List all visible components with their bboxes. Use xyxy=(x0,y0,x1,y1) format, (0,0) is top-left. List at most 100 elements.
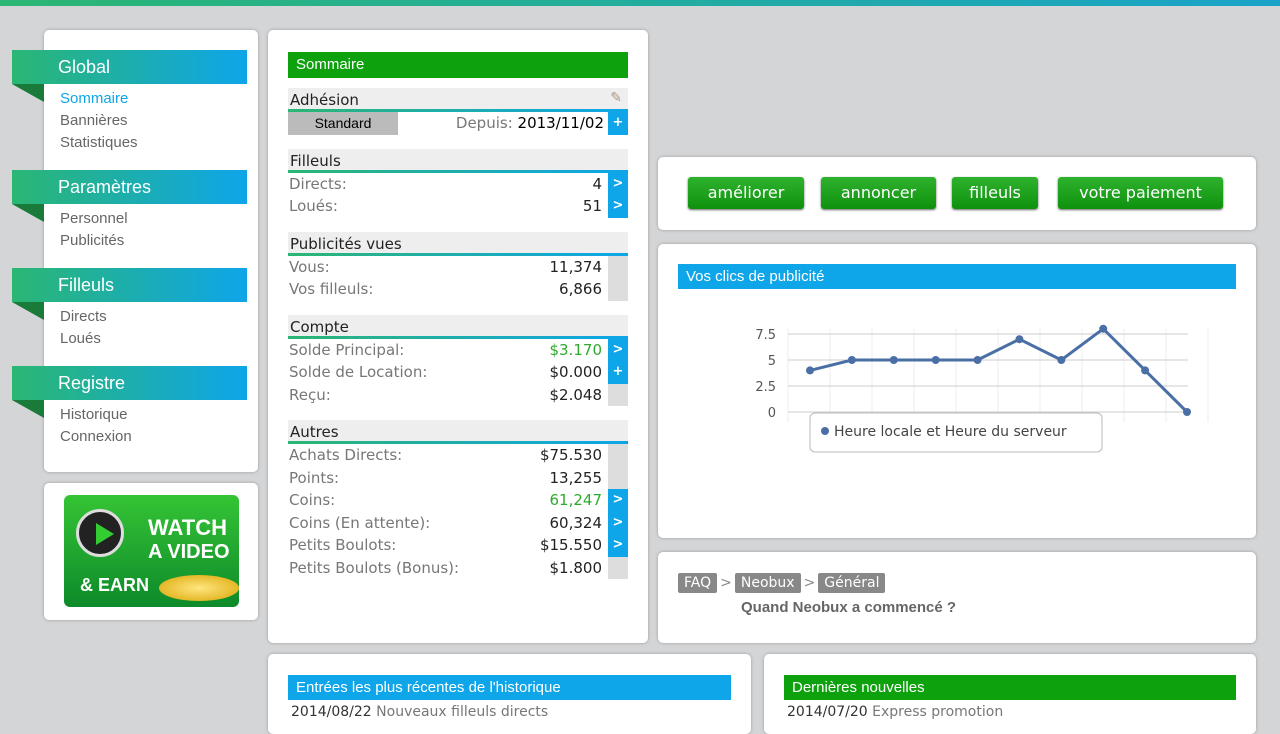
chart-title: Vos clics de publicité xyxy=(678,264,1236,289)
sidebar-heading-0[interactable]: Global xyxy=(12,50,247,102)
sidebar-heading-2[interactable]: Filleuls xyxy=(12,268,247,320)
stat-action-placeholder xyxy=(608,278,628,301)
stat-row: Directs: 4 > xyxy=(288,172,628,195)
section-title: Autres xyxy=(288,420,628,444)
news-title: Dernières nouvelles xyxy=(784,675,1236,700)
section-title: Compte xyxy=(288,314,628,339)
autres-section: Autres Achats Directs: $75.530 Points: 13,25… xyxy=(288,420,628,579)
stat-label: Coins (En attente): xyxy=(289,513,431,532)
stat-action-button[interactable]: > xyxy=(608,172,628,195)
y-tick-label: 0 xyxy=(768,406,776,421)
data-point[interactable] xyxy=(806,366,814,375)
stat-row: Loués: 51 > xyxy=(288,195,628,218)
breadcrumb-item[interactable]: Général xyxy=(818,573,886,593)
list-item[interactable]: 2014/07/20 Express promotion xyxy=(784,700,1236,724)
stat-action-button[interactable]: > xyxy=(608,338,628,361)
stat-action-button[interactable]: > xyxy=(608,195,628,218)
stat-row: Petits Boulots: $15.550 > xyxy=(288,534,628,557)
stat-value: 13,255 xyxy=(549,468,603,487)
data-point[interactable] xyxy=(1099,324,1108,333)
y-tick-label: 5 xyxy=(768,354,776,369)
data-point[interactable] xyxy=(973,356,982,364)
payment-button[interactable]: votre paiement xyxy=(1058,177,1223,209)
upgrade-button[interactable]: améliorer xyxy=(688,177,804,209)
compte-section: Compte Solde Principal: $3.170 > Solde de Lo… xyxy=(288,314,628,406)
stat-action-placeholder xyxy=(608,466,628,489)
summary-title: Sommaire xyxy=(288,52,628,78)
stat-label: Reçu: xyxy=(289,385,331,404)
stat-label: Solde Principal: xyxy=(289,340,405,359)
stat-label: Vos filleuls: xyxy=(289,280,374,299)
stat-action-button[interactable]: > xyxy=(608,489,628,512)
sidebar: Global Sommaire Bannières Statistiques Param… xyxy=(12,30,258,472)
y-tick-label: 2.5 xyxy=(755,380,776,395)
stat-row: Points: 13,255 xyxy=(288,466,628,489)
data-point[interactable] xyxy=(1015,335,1024,344)
play-icon xyxy=(76,509,124,557)
stat-action-placeholder xyxy=(608,444,628,467)
referrals-button[interactable]: filleuls xyxy=(952,177,1038,209)
data-point[interactable] xyxy=(1057,356,1066,364)
sidebar-item[interactable]: Bannières xyxy=(44,110,258,132)
stat-value: $15.550 xyxy=(539,536,602,555)
sidebar-item[interactable]: Publicités xyxy=(44,230,258,252)
breadcrumb-separator: > xyxy=(720,575,732,591)
stat-action-button[interactable]: > xyxy=(608,534,628,557)
sidebar-item[interactable]: Historique xyxy=(44,404,258,426)
stat-row: Coins: 61,247 > xyxy=(288,489,628,512)
banner-text: WATCH xyxy=(148,515,228,540)
stat-label: Loués: xyxy=(289,197,338,216)
section-title: Filleuls xyxy=(288,148,628,173)
stat-value: $0.000 xyxy=(549,363,603,382)
upgrade-plus-button[interactable]: + xyxy=(608,112,628,135)
sidebar-group: Global Sommaire Bannières Statistiques xyxy=(12,50,258,154)
history-title: Entrées les plus récentes de l'historiqu… xyxy=(288,675,731,700)
coins-icon xyxy=(159,575,239,601)
sidebar-item[interactable]: Personnel xyxy=(44,208,258,230)
section-title: Adhésion xyxy=(290,91,359,109)
actions-panel: améliorer annoncer filleuls votre paieme… xyxy=(658,157,1256,230)
watch-video-banner[interactable]: WATCH A VIDEO & EARN xyxy=(44,483,258,620)
sidebar-heading-3[interactable]: Registre xyxy=(12,366,247,418)
sidebar-item[interactable]: Loués xyxy=(44,328,258,350)
data-point[interactable] xyxy=(847,356,856,364)
sidebar-item[interactable]: Sommaire xyxy=(44,88,258,110)
faq-question[interactable]: Quand Neobux a commencé ? xyxy=(741,599,1236,616)
data-point[interactable] xyxy=(1141,366,1150,375)
stat-label: Points: xyxy=(289,468,340,487)
stat-label: Petits Boulots: xyxy=(289,536,397,555)
stat-label: Directs: xyxy=(289,174,347,193)
stat-value: $1.800 xyxy=(549,558,603,577)
breadcrumb-item[interactable]: FAQ xyxy=(678,573,718,593)
sidebar-item[interactable]: Statistiques xyxy=(44,132,258,154)
data-point[interactable] xyxy=(931,356,940,364)
breadcrumb-item[interactable]: Neobux xyxy=(734,573,801,593)
data-point[interactable] xyxy=(1183,408,1191,416)
stat-label: Coins: xyxy=(289,491,336,510)
stat-label: Vous: xyxy=(289,257,330,276)
filleuls-section: Filleuls Directs: 4 > Loués: 51 > xyxy=(288,148,628,218)
stat-action-button[interactable]: > xyxy=(608,511,628,534)
pubs-section: Publicités vues Vous: 11,374 Vos filleuls: 6… xyxy=(288,231,628,301)
stat-row: Solde de Location: $0.000 + xyxy=(288,361,628,384)
adhesion-section: Adhésion ✎ Standard Depuis: 2013/11/02 + xyxy=(288,88,628,135)
edit-icon[interactable]: ✎ xyxy=(610,90,622,106)
entry-date: 2014/08/22 xyxy=(291,704,372,720)
sidebar-item[interactable]: Directs xyxy=(44,306,258,328)
stat-label: Solde de Location: xyxy=(289,363,428,382)
since-date: 2013/11/02 xyxy=(517,114,604,133)
sidebar-group: Paramètres Personnel Publicités xyxy=(12,170,258,252)
sidebar-heading-1[interactable]: Paramètres xyxy=(12,170,247,222)
list-item[interactable]: 2014/08/22 Nouveaux filleuls directs xyxy=(288,700,731,724)
stat-value: 60,324 xyxy=(549,513,603,532)
section-title: Publicités vues xyxy=(288,231,628,256)
legend-label[interactable]: Heure locale et Heure du serveur xyxy=(834,424,1067,440)
sidebar-group: Registre Historique Connexion xyxy=(12,366,258,448)
ad-clicks-chart-panel: Vos clics de publicité 0 2.5 5 7.5 Heure loc… xyxy=(658,244,1256,538)
stat-action-button[interactable]: + xyxy=(608,361,628,384)
stat-value: 51 xyxy=(582,197,602,216)
advertise-button[interactable]: annoncer xyxy=(821,177,936,209)
sidebar-item[interactable]: Connexion xyxy=(44,426,258,448)
banner-text: A VIDEO xyxy=(148,541,230,563)
data-point[interactable] xyxy=(889,356,898,364)
